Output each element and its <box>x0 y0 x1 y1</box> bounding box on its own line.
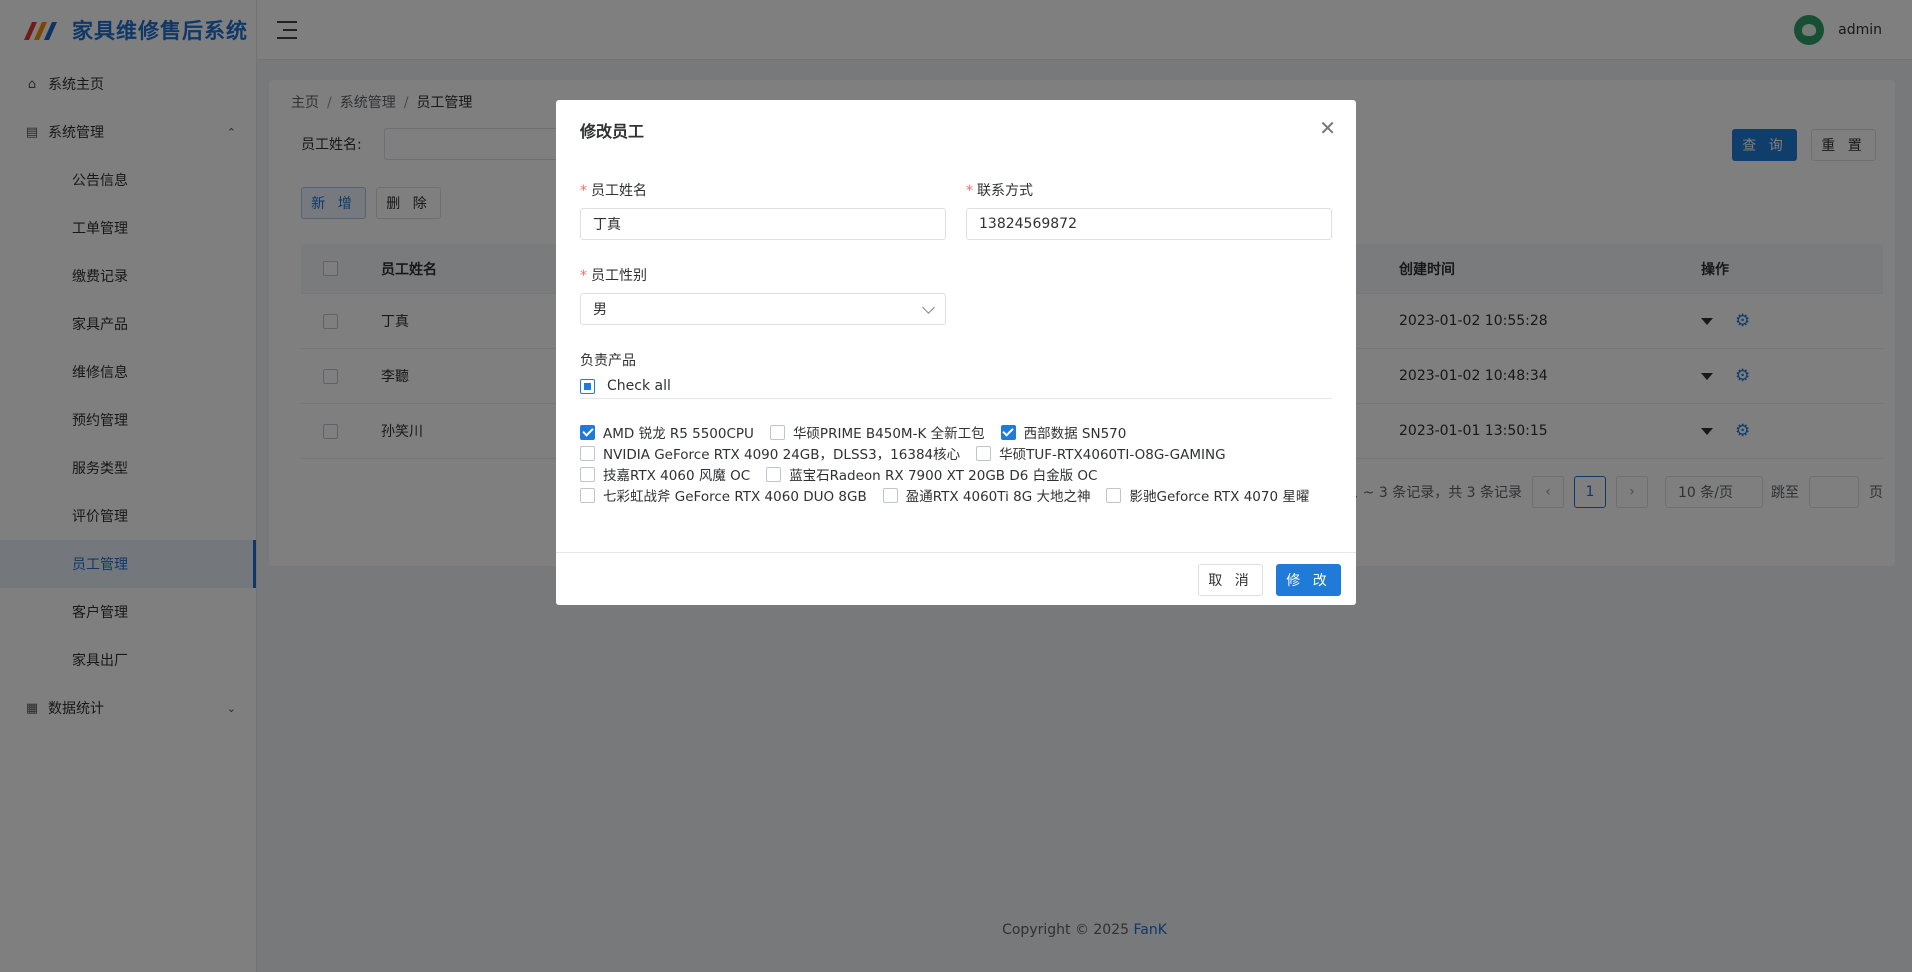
phone-input[interactable]: 13824569872 <box>966 208 1332 240</box>
product-label: 华硕PRIME B450M-K 全新工包 <box>792 426 985 442</box>
gender-select[interactable]: 男 <box>580 293 946 325</box>
name-input-value: 丁真 <box>593 217 621 233</box>
product-label: 华硕TUF-RTX4060TI-O8G-GAMING <box>999 447 1226 463</box>
product-checkbox[interactable]: 华硕PRIME B450M-K 全新工包 <box>769 422 985 442</box>
product-label: 七彩虹战斧 GeForce RTX 4060 DUO 8GB <box>603 489 867 505</box>
gender-label: * 员工性别 <box>580 268 647 284</box>
product-checkbox[interactable]: 技嘉RTX 4060 风魔 OC <box>580 464 750 484</box>
product-label: AMD 锐龙 R5 5500CPU <box>603 426 754 442</box>
checkbox[interactable] <box>769 424 785 440</box>
phone-label: * 联系方式 <box>966 183 1033 199</box>
modal-title: 修改员工 <box>580 122 645 141</box>
product-label: NVIDIA GeForce RTX 4090 24GB，DLSS3，16384… <box>603 447 961 463</box>
cancel-button[interactable]: 取 消 <box>1198 564 1263 596</box>
product-checkbox[interactable]: AMD 锐龙 R5 5500CPU <box>580 422 754 442</box>
checkbox[interactable] <box>580 424 595 440</box>
checkbox[interactable] <box>976 445 992 461</box>
product-row: NVIDIA GeForce RTX 4090 24GB，DLSS3，16384… <box>580 443 1242 463</box>
chevron-down-icon <box>922 301 935 314</box>
products-label: 负责产品 <box>580 353 636 369</box>
submit-button[interactable]: 修 改 <box>1276 564 1341 596</box>
check-all-box[interactable] <box>580 378 595 394</box>
checkbox[interactable] <box>1000 424 1016 440</box>
product-checkbox[interactable]: 华硕TUF-RTX4060TI-O8G-GAMING <box>976 443 1226 463</box>
product-label: 技嘉RTX 4060 风魔 OC <box>603 468 751 484</box>
product-checkbox[interactable]: 七彩虹战斧 GeForce RTX 4060 DUO 8GB <box>580 485 867 505</box>
modal-footer <box>556 552 1356 553</box>
checkbox[interactable] <box>766 466 782 482</box>
checkbox[interactable] <box>580 445 595 461</box>
close-icon[interactable]: ✕ <box>1319 116 1336 140</box>
edit-staff-modal: 修改员工 ✕ * 员工姓名 丁真 * 联系方式 13824569872 * 员工性别 … <box>556 100 1356 605</box>
product-label: 蓝宝石Radeon RX 7900 XT 20GB D6 白金版 OC <box>789 468 1098 484</box>
divider <box>580 398 1332 399</box>
product-row: AMD 锐龙 R5 5500CPU 华硕PRIME B450M-K 全新工包 西… <box>580 422 1142 442</box>
checkbox[interactable] <box>1106 487 1122 503</box>
product-checkbox[interactable]: 蓝宝石Radeon RX 7900 XT 20GB D6 白金版 OC <box>766 464 1097 484</box>
checkbox[interactable] <box>580 487 595 503</box>
name-input[interactable]: 丁真 <box>580 208 946 240</box>
phone-input-value: 13824569872 <box>979 216 1077 232</box>
checkbox[interactable] <box>882 487 898 503</box>
product-row: 技嘉RTX 4060 风魔 OC 蓝宝石Radeon RX 7900 XT 20… <box>580 464 1113 484</box>
product-label: 西部数据 SN570 <box>1023 426 1127 442</box>
product-checkbox[interactable]: NVIDIA GeForce RTX 4090 24GB，DLSS3，16384… <box>580 443 960 463</box>
product-label: 影驰Geforce RTX 4070 星曜 <box>1129 489 1310 505</box>
product-checkbox[interactable]: 影驰Geforce RTX 4070 星曜 <box>1106 485 1309 505</box>
name-label: * 员工姓名 <box>580 183 647 199</box>
product-checkbox[interactable]: 西部数据 SN570 <box>1000 422 1127 442</box>
check-all-checkbox[interactable]: Check all <box>580 378 671 394</box>
product-checkbox[interactable]: 盈通RTX 4060Ti 8G 大地之神 <box>882 485 1091 505</box>
check-all-label: Check all <box>607 378 671 394</box>
product-label: 盈通RTX 4060Ti 8G 大地之神 <box>905 489 1091 505</box>
product-row: 七彩虹战斧 GeForce RTX 4060 DUO 8GB 盈通RTX 406… <box>580 485 1325 505</box>
checkbox[interactable] <box>580 466 595 482</box>
gender-select-value: 男 <box>593 302 607 318</box>
